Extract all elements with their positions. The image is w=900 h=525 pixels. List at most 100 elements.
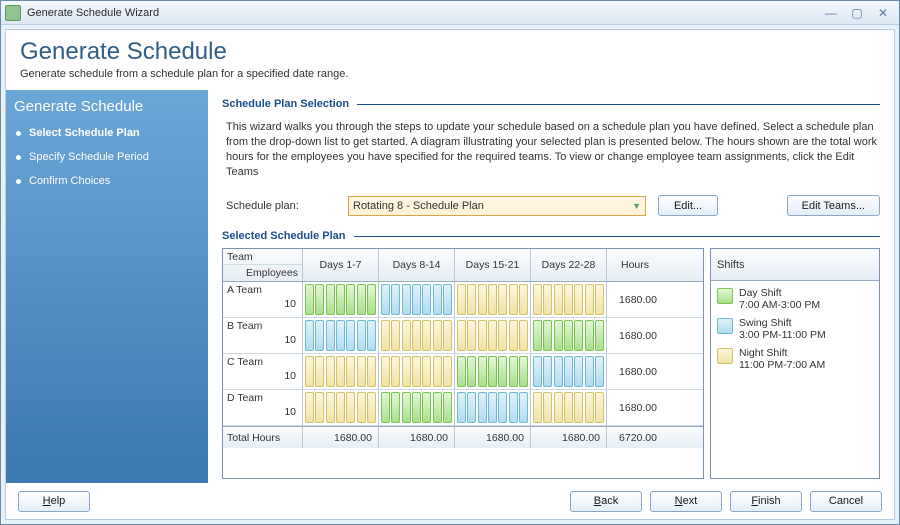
finish-button[interactable]: Finish	[730, 491, 802, 512]
cancel-button[interactable]: Cancel	[810, 491, 882, 512]
night-shift-bar	[574, 392, 583, 423]
night-shift-bar	[574, 284, 583, 315]
hours-header: Hours	[607, 249, 663, 281]
team-name: C Team	[223, 354, 302, 370]
day-shift-bar	[305, 284, 314, 315]
night-shift-bar	[488, 320, 497, 351]
week-total: 1680.00	[303, 427, 379, 448]
night-shift-bar	[498, 284, 507, 315]
week-cell	[303, 318, 379, 353]
night-shift-bar	[381, 356, 390, 387]
night-shift-bar	[498, 320, 507, 351]
night-shift-swatch	[717, 348, 733, 364]
day-shift-bar	[543, 320, 552, 351]
edit-button[interactable]: Edit...	[658, 195, 718, 216]
week-cell	[455, 318, 531, 353]
chevron-down-icon: ▼	[632, 201, 641, 211]
edit-teams-button[interactable]: Edit Teams...	[787, 195, 880, 216]
night-shift-bar	[564, 392, 573, 423]
week-total: 1680.00	[455, 427, 531, 448]
swing-shift-bar	[478, 392, 487, 423]
night-shift-bar	[381, 320, 390, 351]
day-shift-bar	[443, 392, 452, 423]
back-button[interactable]: Back	[570, 491, 642, 512]
night-shift-bar	[443, 320, 452, 351]
grid-body: A Team101680.00B Team101680.00C Team1016…	[223, 282, 703, 426]
swing-shift-bar	[585, 356, 594, 387]
table-row: C Team101680.00	[223, 354, 703, 390]
day-shift-bar	[357, 284, 366, 315]
swing-shift-bar	[519, 392, 528, 423]
swing-shift-bar	[488, 392, 497, 423]
night-shift-bar	[564, 284, 573, 315]
swing-shift-bar	[422, 284, 431, 315]
day-shift-bar	[326, 284, 335, 315]
footer: Help Back Next Finish Cancel	[6, 483, 894, 519]
swing-shift-bar	[457, 392, 466, 423]
swing-shift-bar	[357, 320, 366, 351]
swing-shift-bar	[595, 356, 604, 387]
table-row: D Team101680.00	[223, 390, 703, 426]
day-shift-bar	[433, 392, 442, 423]
help-button[interactable]: Help	[18, 491, 90, 512]
day-shift-bar	[478, 356, 487, 387]
night-shift-bar	[433, 356, 442, 387]
titlebar: Generate Schedule Wizard — ▢ ✕	[1, 1, 899, 25]
swing-shift-bar	[509, 392, 518, 423]
sidebar-step[interactable]: Select Schedule Plan	[14, 121, 198, 145]
day-shift-bar	[402, 392, 411, 423]
close-button[interactable]: ✕	[871, 5, 895, 21]
day-shift-bar	[498, 356, 507, 387]
next-button[interactable]: Next	[650, 491, 722, 512]
bullet-icon	[16, 155, 21, 160]
swing-shift-bar	[391, 284, 400, 315]
week-cell	[379, 354, 455, 389]
wizard-inner: Generate Schedule Generate schedule from…	[5, 29, 895, 520]
night-shift-bar	[488, 284, 497, 315]
night-shift-bar	[595, 284, 604, 315]
maximize-button[interactable]: ▢	[845, 5, 869, 21]
week-cell	[303, 390, 379, 425]
day-shift-bar	[315, 284, 324, 315]
night-shift-bar	[533, 284, 542, 315]
wizard-window: Generate Schedule Wizard — ▢ ✕ Generate …	[0, 0, 900, 525]
night-shift-bar	[367, 356, 376, 387]
plan-row: Schedule plan: Rotating 8 - Schedule Pla…	[226, 195, 880, 216]
schedule-plan-select[interactable]: Rotating 8 - Schedule Plan ▼	[348, 196, 646, 216]
week-header: Days 1-7	[303, 249, 379, 281]
team-employees: 10	[223, 370, 302, 384]
legend-time: 11:00 PM-7:00 AM	[739, 359, 825, 371]
step-label: Specify Schedule Period	[29, 151, 149, 163]
night-shift-bar	[467, 320, 476, 351]
night-shift-bar	[412, 320, 421, 351]
day-shift-bar	[467, 356, 476, 387]
team-name: B Team	[223, 318, 302, 334]
team-name: D Team	[223, 390, 302, 406]
week-cell	[379, 318, 455, 353]
plan-label: Schedule plan:	[226, 200, 336, 212]
swing-shift-bar	[554, 356, 563, 387]
night-shift-bar	[467, 284, 476, 315]
sidebar-step[interactable]: Specify Schedule Period	[14, 145, 198, 169]
wizard-body: Generate Schedule Select Schedule PlanSp…	[6, 90, 894, 483]
night-shift-bar	[315, 356, 324, 387]
grid-header-row: Team Employees Days 1-7Days 8-14Days 15-…	[223, 249, 703, 282]
night-shift-bar	[478, 320, 487, 351]
page-subtitle: Generate schedule from a schedule plan f…	[20, 68, 880, 80]
day-shift-bar	[346, 284, 355, 315]
day-shift-bar	[585, 320, 594, 351]
swing-shift-bar	[498, 392, 507, 423]
night-shift-bar	[336, 356, 345, 387]
week-total: 1680.00	[379, 427, 455, 448]
minimize-button[interactable]: —	[819, 5, 843, 21]
night-shift-bar	[585, 392, 594, 423]
swing-shift-swatch	[717, 318, 733, 334]
day-shift-bar	[488, 356, 497, 387]
day-shift-bar	[412, 392, 421, 423]
team-hours: 1680.00	[607, 390, 663, 425]
week-cell	[531, 390, 607, 425]
legend-item: Night Shift11:00 PM-7:00 AM	[717, 347, 873, 371]
sidebar-step[interactable]: Confirm Choices	[14, 169, 198, 193]
week-cell	[455, 282, 531, 317]
night-shift-bar	[422, 320, 431, 351]
